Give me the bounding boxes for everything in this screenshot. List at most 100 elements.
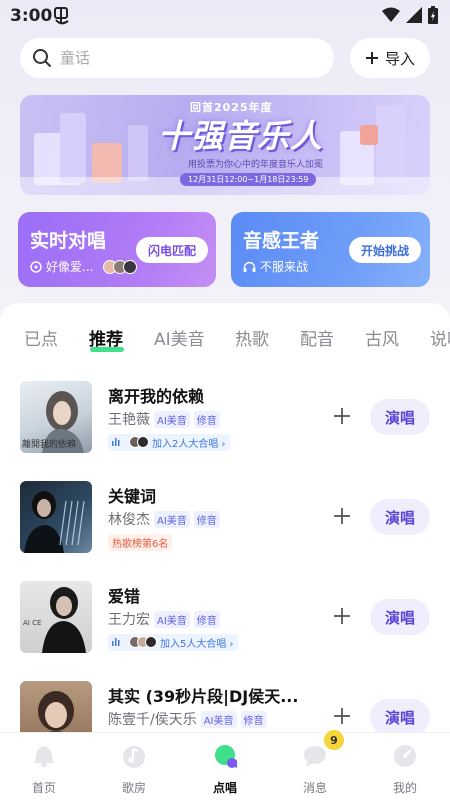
song-cover: AI CE xyxy=(20,581,92,653)
avatar-group xyxy=(103,259,138,274)
equalizer-icon xyxy=(112,438,120,446)
tune-badge: 修音 xyxy=(193,610,220,628)
tab-dubbing[interactable]: 配音 xyxy=(300,325,334,350)
status-bar: 3:00 xyxy=(0,0,450,32)
banner-title: 十强音乐人 xyxy=(158,117,324,155)
quick-match-button[interactable]: 闪电匹配 xyxy=(136,237,208,263)
song-artist: 王力宏 xyxy=(108,612,150,628)
hot-rank-tag: 热歌榜第6名 xyxy=(108,533,173,551)
join-chorus-tag[interactable]: 加入5人大合唱 › xyxy=(108,633,238,651)
card-title: 实时对唱 xyxy=(30,230,107,252)
song-extra: 热歌榜第6名 xyxy=(108,533,173,551)
song-artist: 林俊杰 xyxy=(108,512,150,528)
app-notification-icon xyxy=(54,7,69,25)
tab-hot-songs[interactable]: 热歌 xyxy=(235,325,269,350)
song-cover: 離開我的依賴 xyxy=(20,381,92,453)
cover-art: AI CE xyxy=(23,587,86,653)
card-subtitle: 好像爱... xyxy=(30,258,138,275)
battery-icon xyxy=(428,6,438,24)
tune-badge: 修音 xyxy=(240,710,267,728)
sing-button[interactable]: 演唱 xyxy=(370,599,430,635)
song-item[interactable]: 離開我的依賴 离开我的依赖 王艳薇 AI美音 修音 加入2人大合唱 › 演唱 xyxy=(0,381,450,471)
nav-song-room[interactable]: 歌房 xyxy=(104,739,164,799)
bell-home-icon xyxy=(34,746,54,767)
banner-decoration xyxy=(60,113,86,183)
nav-label: 点唱 xyxy=(212,781,237,795)
nav-sing[interactable]: 点唱 xyxy=(195,739,255,799)
song-item[interactable]: AI CE 爱错 王力宏 AI美音 修音 加入5人大合唱 › 演唱 xyxy=(0,581,450,671)
cover-art xyxy=(38,691,74,733)
promo-banner[interactable]: 回首2025年度 十强音乐人 用投票为你心中的年度音乐人加冕 12月31日12:… xyxy=(20,95,430,195)
sing-button[interactable]: 演唱 xyxy=(370,499,430,535)
avatar xyxy=(145,636,157,648)
live-duet-card[interactable]: 实时对唱 好像爱... 闪电匹配 xyxy=(18,212,216,287)
tab-ai-voice[interactable]: AI美音 xyxy=(154,325,205,350)
music-disc-icon xyxy=(30,260,42,273)
tune-badge: 修音 xyxy=(193,410,220,428)
category-tabs: 已点 推荐 AI美音 热歌 配音 古风 说唱 xyxy=(0,325,450,361)
banner-date: 12月31日12:00~1月18日23:59 xyxy=(180,173,317,186)
active-tab-indicator xyxy=(90,347,124,352)
nav-label: 消息 xyxy=(302,781,327,795)
banner-decoration xyxy=(376,105,406,183)
song-meta: 陈壹千/侯天乐 AI美音 修音 xyxy=(108,709,267,729)
tab-ordered[interactable]: 已点 xyxy=(24,325,58,350)
song-artist: 陈壹千/侯天乐 xyxy=(108,712,197,728)
status-time: 3:00 xyxy=(10,6,53,26)
sing-button[interactable]: 演唱 xyxy=(370,399,430,435)
banner-decoration xyxy=(128,125,148,181)
song-extra: 加入2人大合唱 › xyxy=(108,433,230,451)
ai-voice-badge: AI美音 xyxy=(200,710,237,728)
import-button[interactable]: 导入 xyxy=(350,38,430,78)
song-cover xyxy=(20,481,92,553)
song-title: 爱错 xyxy=(108,587,141,606)
search-input[interactable] xyxy=(60,38,320,78)
import-label: 导入 xyxy=(384,49,415,68)
banner-decoration xyxy=(360,125,378,145)
banner-description: 用投票为你心中的年度音乐人加冕 xyxy=(188,160,324,170)
add-icon[interactable] xyxy=(333,707,351,725)
wifi-icon xyxy=(382,7,400,22)
join-chorus-tag[interactable]: 加入2人大合唱 › xyxy=(108,433,230,451)
card-title: 音感王者 xyxy=(243,230,320,252)
plus-icon xyxy=(365,52,378,64)
song-item[interactable]: 关键词 林俊杰 AI美音 修音 热歌榜第6名 演唱 xyxy=(0,481,450,571)
avatar-group xyxy=(129,436,149,448)
headphones-icon xyxy=(243,261,256,272)
ai-voice-badge: AI美音 xyxy=(154,610,190,628)
tune-badge: 修音 xyxy=(193,510,220,528)
search-icon xyxy=(33,49,51,67)
sing-button[interactable]: 演唱 xyxy=(370,699,430,733)
nav-label: 歌房 xyxy=(121,781,146,795)
song-cover xyxy=(20,681,92,733)
start-challenge-button[interactable]: 开始挑战 xyxy=(349,237,421,263)
song-title: 关键词 xyxy=(108,487,157,506)
add-icon[interactable] xyxy=(333,507,351,525)
message-count-badge: 9 xyxy=(322,728,346,752)
song-extra: 加入5人大合唱 › xyxy=(108,633,238,651)
tab-ancient-style[interactable]: 古风 xyxy=(365,325,399,350)
add-icon[interactable] xyxy=(333,607,351,625)
svg-text:AI CE: AI CE xyxy=(23,619,41,627)
avatar xyxy=(137,436,149,448)
cover-art xyxy=(24,491,85,553)
ai-voice-badge: AI美音 xyxy=(154,410,190,428)
add-icon[interactable] xyxy=(333,407,351,425)
song-meta: 林俊杰 AI美音 修音 xyxy=(108,509,220,529)
status-icons xyxy=(382,6,438,24)
song-item[interactable]: 其实 (39秒片段|DJ侯天... 陈壹千/侯天乐 AI美音 修音 演唱 xyxy=(0,681,450,733)
search-box[interactable] xyxy=(20,38,334,78)
nav-profile[interactable]: 我的 xyxy=(375,739,435,799)
nav-home[interactable]: 首页 xyxy=(14,739,74,799)
tab-rap[interactable]: 说唱 xyxy=(430,325,450,350)
song-artist: 王艳薇 xyxy=(108,412,150,428)
rhythm-king-card[interactable]: 音感王者 不服来战 开始挑战 xyxy=(231,212,430,287)
song-meta: 王力宏 AI美音 修音 xyxy=(108,609,220,629)
music-note-icon xyxy=(123,746,145,768)
nav-label: 我的 xyxy=(392,781,417,795)
card-subtitle-text: 不服来战 xyxy=(260,260,309,274)
avatar xyxy=(123,259,138,274)
avatar-group xyxy=(129,636,157,648)
card-subtitle-text: 好像爱... xyxy=(46,260,94,274)
nav-label: 首页 xyxy=(31,781,56,795)
